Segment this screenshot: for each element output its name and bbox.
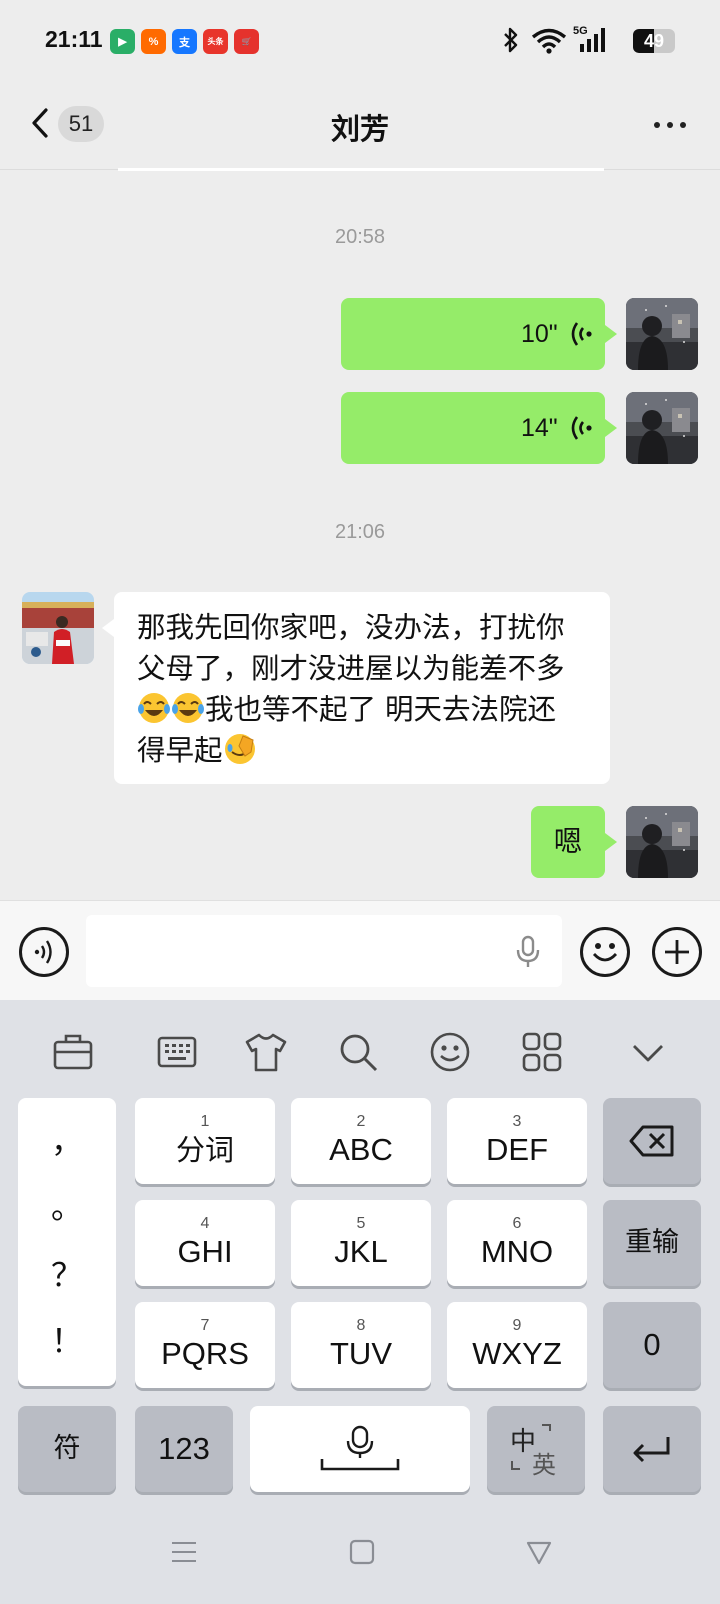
- home-nav-icon[interactable]: [348, 1538, 376, 1566]
- toutiao-icon: 头条: [203, 29, 228, 54]
- message-text: 嗯: [553, 825, 583, 858]
- more-options-icon[interactable]: [648, 118, 692, 132]
- battery-icon: 49: [633, 29, 675, 53]
- voice-duration: 10": [521, 320, 558, 348]
- signal-icon: [580, 28, 605, 52]
- key-3[interactable]: 3 DEF: [447, 1098, 587, 1184]
- facepalm-emoji: [224, 734, 255, 764]
- status-bar: 21:11 ▶% 支头条 🛒 5G 49: [0, 0, 720, 80]
- enter-key[interactable]: [603, 1406, 701, 1492]
- symbols-key[interactable]: 符: [18, 1406, 116, 1492]
- bubble-tail: [605, 833, 617, 851]
- bubble-tail: [102, 619, 114, 637]
- video-app-icon: ▶: [110, 29, 135, 54]
- zero-key[interactable]: 0: [603, 1302, 701, 1388]
- bubble-tail: [605, 325, 617, 343]
- shopping-cart-app-icon: 🛒: [234, 29, 259, 54]
- wifi-icon: [531, 28, 567, 54]
- voice-message-bubble[interactable]: 14": [341, 392, 605, 464]
- tears-of-joy-emoji: [172, 693, 204, 723]
- bubble-tail: [605, 419, 617, 437]
- my-avatar[interactable]: [626, 806, 698, 878]
- divider: [118, 168, 604, 171]
- space-key[interactable]: [250, 1406, 470, 1492]
- contact-avatar[interactable]: [22, 592, 94, 664]
- microphone-icon[interactable]: [514, 935, 542, 969]
- punct-exclamation[interactable]: ！: [18, 1316, 116, 1362]
- toolbox-icon[interactable]: [51, 1030, 95, 1074]
- punctuation-column[interactable]: ， 。 ？ ！: [18, 1098, 116, 1386]
- alipay-icon: 支: [172, 29, 197, 54]
- outgoing-text-bubble[interactable]: 嗯: [531, 806, 605, 878]
- battery-level: 49: [643, 30, 665, 51]
- smiley-icon: [592, 943, 618, 962]
- back-nav-icon[interactable]: [525, 1538, 553, 1566]
- message-timestamp: 20:58: [334, 226, 386, 248]
- skin-icon[interactable]: [244, 1030, 288, 1074]
- key-4[interactable]: 4 GHI: [135, 1200, 275, 1286]
- key-9[interactable]: 9 WXYZ: [447, 1302, 587, 1388]
- key-2[interactable]: 2 ABC: [291, 1098, 431, 1184]
- message-timestamp: 21:06: [334, 521, 386, 543]
- emoji-icon[interactable]: [428, 1030, 472, 1074]
- chat-input-bar: [0, 900, 720, 1000]
- punct-comma[interactable]: ，: [18, 1116, 116, 1162]
- message-line: 那我先回你家吧，没办法，打扰你: [137, 611, 565, 644]
- keyboard-icon[interactable]: [155, 1030, 199, 1074]
- voice-icon: [34, 940, 52, 964]
- voice-wave-icon: [571, 322, 592, 346]
- menu-nav-icon[interactable]: [170, 1538, 198, 1566]
- collapse-keyboard-icon[interactable]: [626, 1030, 670, 1074]
- coupon-app-icon: %: [141, 29, 166, 54]
- key-8[interactable]: 8 TUV: [291, 1302, 431, 1388]
- voice-wave-icon: [571, 416, 592, 440]
- tears-of-joy-emoji: [138, 693, 170, 723]
- incoming-text-bubble[interactable]: 那我先回你家吧，没办法，打扰你 父母了，刚才没进屋以为能差不多 我也等不起了 明…: [114, 592, 610, 784]
- more-functions-button[interactable]: [652, 927, 702, 977]
- key-6[interactable]: 6 MNO: [447, 1200, 587, 1286]
- status-time: 21:11: [45, 26, 103, 52]
- delete-key[interactable]: [603, 1098, 701, 1184]
- voice-message-bubble[interactable]: 10": [341, 298, 605, 370]
- key-1[interactable]: 1 分词: [135, 1098, 275, 1184]
- voice-duration: 14": [521, 414, 558, 442]
- voice-input-toggle[interactable]: [19, 927, 69, 977]
- punct-period[interactable]: 。: [18, 1182, 116, 1228]
- message-line: 得早起: [137, 730, 597, 771]
- message-line: 我也等不起了 明天去法院还: [137, 689, 597, 730]
- plus-icon: [665, 940, 689, 964]
- language-switch-key[interactable]: 中 英: [487, 1406, 585, 1492]
- message-input[interactable]: [86, 915, 562, 987]
- ime-keyboard: ， 。 ？ ！ 1 分词 2 ABC 3 DEF 4 GHI 5 JKL 6 MNO 重输 …: [0, 1000, 720, 1604]
- my-avatar[interactable]: [626, 298, 698, 370]
- numbers-key[interactable]: 123: [135, 1406, 233, 1492]
- emoji-button[interactable]: [580, 927, 630, 977]
- key-7[interactable]: 7 PQRS: [135, 1302, 275, 1388]
- search-icon[interactable]: [336, 1030, 380, 1074]
- chat-title: 刘芳: [330, 112, 389, 146]
- bluetooth-icon: [504, 27, 518, 53]
- voice-input-icon: [320, 1425, 400, 1471]
- key-5[interactable]: 5 JKL: [291, 1200, 431, 1286]
- message-line: 父母了，刚才没进屋以为能差不多: [137, 652, 565, 685]
- enter-icon: [633, 1437, 670, 1463]
- message-text: 那我先回你家吧，没办法，打扰你 父母了，刚才没进屋以为能差不多 我也等不起了 明…: [137, 607, 597, 771]
- punct-question[interactable]: ？: [18, 1250, 116, 1296]
- backspace-icon: [629, 1125, 674, 1157]
- my-avatar[interactable]: [626, 392, 698, 464]
- reinput-key[interactable]: 重输: [603, 1200, 701, 1286]
- apps-icon[interactable]: [520, 1030, 564, 1074]
- chat-header: 51 刘芳: [0, 80, 720, 170]
